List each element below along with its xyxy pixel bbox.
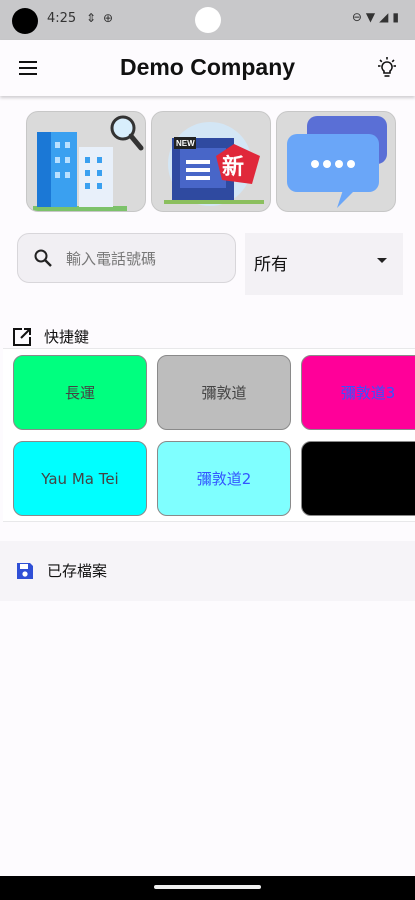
shortcut-label: 長運: [64, 384, 95, 402]
filter-dropdown[interactable]: 所有: [245, 233, 403, 295]
signal-icon: ◢: [379, 10, 389, 24]
theme-bulb-icon[interactable]: [375, 56, 399, 80]
dnd-icon: ⊖: [351, 10, 362, 24]
filter-selected-value: 所有: [254, 255, 288, 275]
tile-news[interactable]: NEW 新: [151, 111, 271, 212]
shortcut-label: 彌敦道3: [340, 384, 396, 402]
phone-search-input[interactable]: [66, 246, 226, 272]
saved-files-title: 已存檔案: [47, 562, 108, 580]
save-icon: [17, 562, 33, 579]
status-icons: ⊖ ▼ ◢ ▮: [352, 10, 399, 24]
vpn-icon: ⊕: [103, 11, 114, 25]
feature-tiles: NEW 新: [26, 111, 396, 212]
home-gesture-handle[interactable]: [154, 885, 261, 889]
saved-files-section[interactable]: 已存檔案: [0, 541, 415, 601]
camera-cutout: [12, 8, 38, 34]
dropdown-arrow-icon: [377, 258, 387, 263]
status-bar: 4:25 ⇕ ⊕ ⊖ ▼ ◢ ▮: [0, 0, 415, 40]
shortcuts-header: 快捷鍵: [12, 326, 89, 347]
shortcut-button[interactable]: 彌敦道2: [157, 441, 291, 516]
shortcut-label: Yau Ma Tei: [41, 469, 119, 488]
shortcut-button[interactable]: Yau Ma Tei: [13, 441, 147, 516]
app-title: Demo Company: [119, 54, 296, 80]
news-icon: NEW 新: [164, 122, 264, 206]
buildings-search-icon: [33, 115, 144, 211]
shortcuts-panel: 長運 彌敦道 彌敦道3 Yau Ma Tei 彌敦道2: [3, 348, 415, 522]
app-bar: Demo Company: [0, 40, 415, 96]
status-time: 4:25: [47, 11, 77, 26]
saved-files-header: 已存檔案: [15, 560, 107, 581]
svg-text:NEW: NEW: [176, 139, 195, 148]
open-in-new-icon: [13, 327, 31, 346]
front-camera: [195, 7, 221, 33]
shortcuts-title: 快捷鍵: [44, 328, 90, 346]
tile-company-search[interactable]: [26, 111, 146, 212]
usb-icon: ⇕: [86, 11, 97, 25]
system-nav-bar: [0, 876, 415, 900]
shortcut-button[interactable]: 彌敦道3: [301, 355, 415, 430]
chat-bubbles-icon: [287, 116, 387, 208]
phone-search-box[interactable]: [17, 233, 236, 283]
tile-messages[interactable]: [276, 111, 396, 212]
shortcut-button[interactable]: 彌敦道: [157, 355, 291, 430]
search-icon: [34, 249, 52, 267]
shortcut-button[interactable]: [301, 441, 415, 516]
shortcut-label: 彌敦道: [201, 384, 247, 402]
wifi-icon: ▼: [365, 10, 376, 24]
shortcut-button[interactable]: 長運: [13, 355, 147, 430]
shortcut-label: 彌敦道2: [196, 470, 252, 488]
battery-icon: ▮: [392, 10, 399, 24]
svg-text:新: 新: [222, 154, 244, 180]
